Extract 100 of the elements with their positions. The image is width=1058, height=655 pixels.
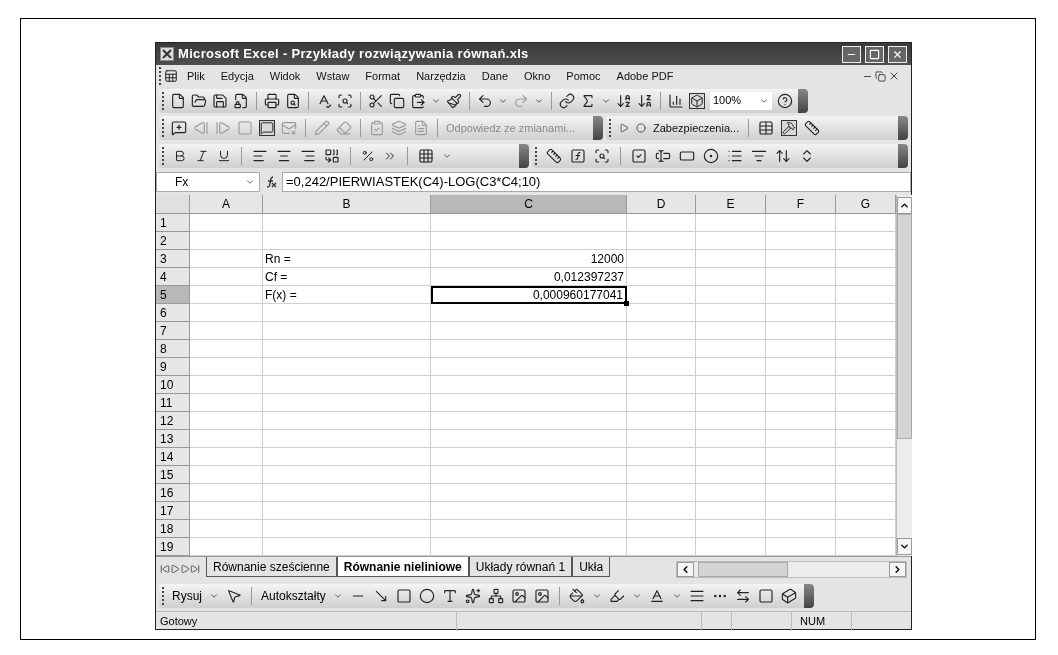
minimize-button[interactable] — [842, 45, 861, 63]
table-cell[interactable] — [696, 538, 766, 556]
copy-icon[interactable] — [389, 92, 405, 109]
column-header[interactable]: A — [190, 195, 263, 214]
toolbar-grip[interactable] — [609, 119, 612, 137]
table-cell[interactable] — [766, 430, 836, 448]
maximize-button[interactable] — [865, 45, 884, 63]
table-icon[interactable] — [758, 120, 775, 136]
table-cell[interactable] — [836, 322, 896, 340]
name-box[interactable]: Fx — [156, 171, 260, 192]
underline-icon[interactable] — [217, 149, 231, 163]
table-cell[interactable] — [627, 214, 696, 232]
drawing-icon[interactable] — [689, 92, 705, 109]
zoom-field[interactable]: 100% — [710, 91, 772, 110]
table-cell[interactable] — [696, 484, 766, 502]
first-sheet-icon[interactable] — [160, 564, 170, 574]
table-cell[interactable] — [766, 232, 836, 250]
table-cell[interactable] — [263, 466, 431, 484]
table-cell[interactable] — [431, 412, 627, 430]
table-cell[interactable] — [766, 394, 836, 412]
table-cell[interactable] — [190, 286, 263, 304]
percent-icon[interactable] — [361, 149, 375, 163]
table-cell[interactable] — [696, 286, 766, 304]
horizontal-scrollbar[interactable] — [676, 560, 907, 578]
table-cell[interactable] — [190, 358, 263, 376]
table-cell[interactable] — [696, 502, 766, 520]
paintbrush-icon[interactable] — [446, 92, 462, 109]
arrows-icon[interactable] — [775, 148, 791, 164]
table-cell[interactable] — [263, 340, 431, 358]
table-cell[interactable] — [696, 430, 766, 448]
print-preview-icon[interactable] — [285, 92, 301, 109]
table-cell[interactable] — [696, 466, 766, 484]
table-cell[interactable]: Rn = — [263, 250, 431, 268]
table-cell[interactable] — [627, 502, 696, 520]
scroll-left-button[interactable] — [677, 561, 694, 577]
row-header[interactable]: 14 — [156, 448, 190, 466]
caret-icon[interactable] — [332, 591, 343, 601]
picture-icon[interactable] — [533, 588, 550, 604]
table-cell[interactable] — [431, 304, 627, 322]
table-cell[interactable] — [627, 466, 696, 484]
table-cell[interactable] — [766, 448, 836, 466]
table-cell[interactable] — [190, 466, 263, 484]
pencil-icon[interactable] — [314, 120, 330, 136]
table-cell[interactable] — [696, 376, 766, 394]
sort-descending-icon[interactable] — [637, 92, 653, 109]
vertical-scrollbar[interactable] — [896, 195, 912, 556]
ruler-icon[interactable] — [804, 120, 821, 136]
scroll-down-button[interactable] — [897, 538, 912, 555]
table-cell[interactable] — [627, 268, 696, 286]
autoshapes-menu-button[interactable]: Autokształty — [261, 587, 326, 605]
three-d-icon[interactable] — [780, 588, 797, 604]
checkbox-icon[interactable] — [631, 148, 647, 164]
table-cell[interactable] — [696, 250, 766, 268]
table-cell[interactable] — [766, 502, 836, 520]
column-header[interactable]: F — [766, 195, 836, 214]
table-cell[interactable] — [431, 520, 627, 538]
row-header[interactable]: 18 — [156, 520, 190, 538]
row-header[interactable]: 15 — [156, 466, 190, 484]
table-cell[interactable] — [263, 358, 431, 376]
table-cell[interactable] — [627, 322, 696, 340]
row-header[interactable]: 7 — [156, 322, 190, 340]
table-cell[interactable] — [263, 520, 431, 538]
table-cell[interactable] — [696, 340, 766, 358]
table-cell[interactable] — [190, 340, 263, 358]
table-cell[interactable] — [696, 232, 766, 250]
toolbar-grip[interactable] — [162, 147, 165, 165]
play-icon[interactable] — [619, 123, 629, 133]
table-cell[interactable] — [627, 358, 696, 376]
row-header[interactable]: 8 — [156, 340, 190, 358]
table-cell[interactable] — [190, 268, 263, 286]
row-header[interactable]: 3 — [156, 250, 190, 268]
table-cell[interactable] — [627, 232, 696, 250]
table-cell[interactable] — [836, 358, 896, 376]
table-cell[interactable] — [190, 520, 263, 538]
sheet-tab[interactable]: Równanie sześcienne — [206, 557, 337, 577]
table-cell[interactable] — [627, 250, 696, 268]
table-cell[interactable] — [627, 376, 696, 394]
table-cell[interactable] — [836, 232, 896, 250]
column-header[interactable]: E — [696, 195, 766, 214]
table-cell[interactable] — [696, 268, 766, 286]
table-cell[interactable] — [431, 232, 627, 250]
table-cell[interactable] — [836, 304, 896, 322]
table-cell[interactable] — [766, 538, 836, 556]
scroll-right-button[interactable] — [889, 561, 906, 577]
table-cell[interactable] — [696, 322, 766, 340]
row-header[interactable]: 19 — [156, 538, 190, 556]
menu-item[interactable]: Format — [358, 67, 408, 85]
folder-icon[interactable] — [191, 92, 207, 109]
close-button[interactable] — [888, 45, 907, 63]
table-cell[interactable] — [836, 394, 896, 412]
row-header[interactable]: 11 — [156, 394, 190, 412]
table-cell[interactable] — [263, 322, 431, 340]
table-cell[interactable] — [627, 484, 696, 502]
table-cell[interactable] — [627, 340, 696, 358]
table-cell[interactable] — [190, 538, 263, 556]
table-cell[interactable] — [696, 358, 766, 376]
comment-icon[interactable] — [171, 120, 187, 136]
restore-icon[interactable] — [875, 70, 886, 82]
toolbar-overflow[interactable] — [798, 88, 808, 113]
square-icon[interactable] — [237, 120, 253, 136]
